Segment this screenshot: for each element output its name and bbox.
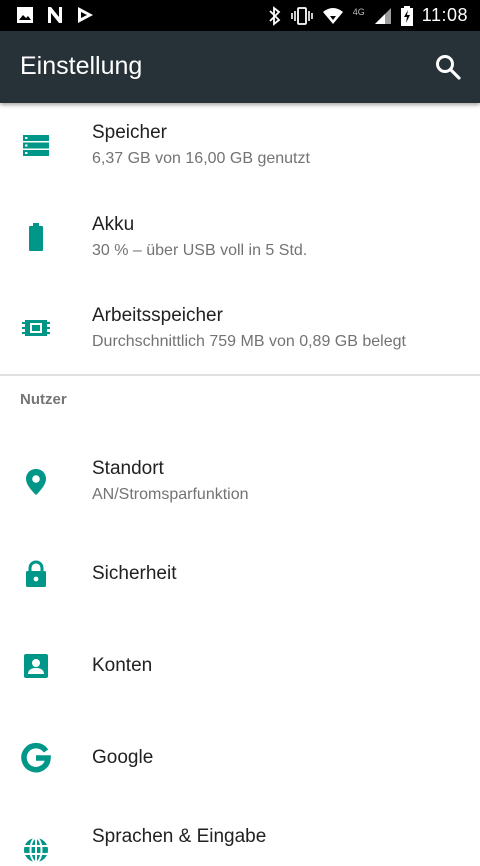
item-title: Speicher	[92, 122, 167, 143]
settings-item-security[interactable]: Sicherheit	[0, 530, 480, 620]
bluetooth-icon	[269, 5, 281, 26]
item-title: Standort	[92, 458, 164, 479]
storage-icon	[23, 135, 49, 156]
app-toolbar: Einstellung	[0, 31, 480, 103]
vibrate-icon	[290, 6, 313, 25]
settings-item-location[interactable]: Standort AN/Stromsparfunktion	[0, 430, 480, 530]
clock: 11:08	[421, 5, 468, 25]
item-summary: Durchschnittlich 759 MB von 0,89 GB bele…	[92, 333, 406, 350]
language-icon	[24, 837, 48, 863]
settings-item-accounts[interactable]: Konten	[0, 620, 480, 712]
settings-item-language[interactable]: Sprachen & Eingabe	[0, 804, 480, 863]
battery-icon	[29, 223, 43, 251]
location-icon	[26, 469, 46, 495]
item-title: Sicherheit	[92, 563, 177, 584]
search-icon[interactable]	[434, 53, 462, 81]
settings-item-google[interactable]: Google	[0, 712, 480, 804]
item-title: Arbeitsspeicher	[92, 305, 223, 326]
account-icon	[24, 654, 48, 678]
n-icon	[48, 7, 62, 23]
item-title: Konten	[92, 655, 153, 676]
item-title: Akku	[92, 214, 135, 235]
settings-item-battery[interactable]: Akku 30 % – über USB voll in 5 Std.	[0, 193, 480, 285]
section-divider	[0, 374, 480, 376]
image-icon	[17, 7, 33, 23]
status-bar: 4G 11:08	[0, 0, 480, 31]
settings-item-storage[interactable]: Speicher 6,37 GB von 16,00 GB genutzt	[0, 103, 480, 193]
lock-icon	[26, 560, 46, 587]
item-summary: AN/Stromsparfunktion	[92, 486, 249, 503]
network-type-label: 4G	[352, 6, 365, 17]
memory-icon	[22, 320, 50, 336]
play-icon	[78, 7, 93, 23]
item-summary: 30 % – über USB voll in 5 Std.	[92, 242, 308, 259]
signal-icon	[374, 7, 391, 24]
battery-charging-icon	[400, 5, 413, 26]
item-title: Sprachen & Eingabe	[92, 826, 267, 847]
wifi-icon	[322, 7, 343, 24]
google-icon	[21, 742, 51, 773]
item-summary: 6,37 GB von 16,00 GB genutzt	[92, 150, 310, 167]
section-header-user: Nutzer	[20, 391, 67, 408]
item-title: Google	[92, 747, 154, 768]
page-title: Einstellung	[20, 52, 143, 80]
settings-item-memory[interactable]: Arbeitsspeicher Durchschnittlich 759 MB …	[0, 285, 480, 374]
